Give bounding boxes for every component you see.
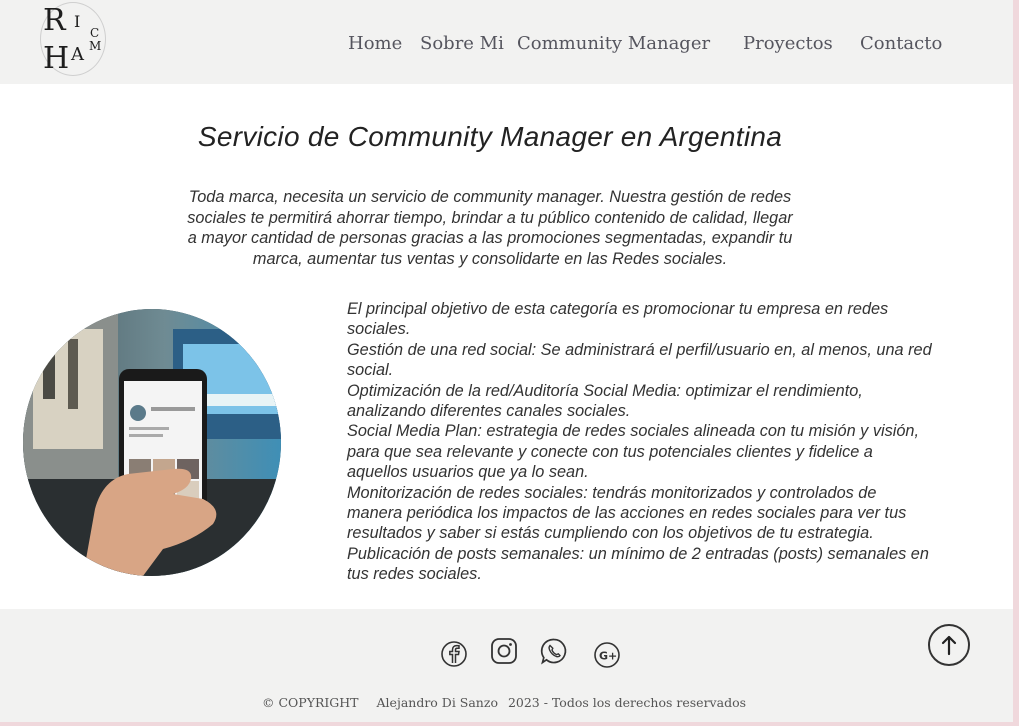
- site-header: R I C H A M Home Sobre Mi Community Mana…: [0, 0, 1013, 84]
- copyright-prefix: © COPYRIGHT: [262, 695, 359, 710]
- logo-letter-c: C: [90, 26, 100, 40]
- copyright-year: 2023 - Todos los derechos reservados: [507, 695, 747, 710]
- logo-letter-m: M: [89, 39, 102, 53]
- back-to-top-button[interactable]: [928, 624, 970, 666]
- nav-contacto[interactable]: Contacto: [860, 33, 942, 54]
- nav-home[interactable]: Home: [348, 33, 402, 54]
- site-logo[interactable]: R I C H A M: [40, 2, 106, 76]
- svg-text:G+: G+: [599, 650, 617, 663]
- logo-letter-h: H: [43, 41, 70, 76]
- phone-photo-illustration: [23, 309, 281, 576]
- intro-paragraph: Toda marca, necesita un servicio de comm…: [187, 188, 793, 268]
- service-item: Publicación de posts semanales: un mínim…: [347, 544, 929, 584]
- page-title: Servicio de Community Manager en Argenti…: [197, 121, 783, 152]
- nav-community-manager[interactable]: Community Manager: [517, 33, 710, 54]
- copyright-author: Alejandro Di Sanzo: [376, 695, 498, 710]
- page-frame: R I C H A M Home Sobre Mi Community Mana…: [0, 0, 1013, 722]
- logo-letter-i: I: [74, 12, 81, 31]
- service-item: Gestión de una red social: Se administra…: [347, 340, 932, 380]
- google-plus-icon[interactable]: G+: [593, 641, 623, 671]
- facebook-icon[interactable]: [440, 640, 470, 670]
- logo-letter-a: A: [71, 44, 84, 65]
- services-list: El principal objetivo de esta categoría …: [347, 299, 932, 585]
- service-item: Optimización de la red/Auditoría Social …: [347, 381, 863, 421]
- instagram-icon[interactable]: [490, 637, 520, 667]
- arrow-up-icon: [941, 635, 957, 656]
- phone-photo: [23, 309, 281, 576]
- nav-proyectos[interactable]: Proyectos: [743, 33, 833, 54]
- logo-letter-r: R: [43, 3, 66, 38]
- nav-sobre-mi[interactable]: Sobre Mi: [420, 33, 504, 54]
- service-item: El principal objetivo de esta categoría …: [347, 300, 889, 339]
- whatsapp-icon[interactable]: [540, 637, 570, 667]
- service-item: Social Media Plan: estrategia de redes s…: [347, 422, 919, 482]
- copyright-text: © COPYRIGHT Alejandro Di Sanzo 2023 - To…: [262, 695, 746, 710]
- site-footer: G+ © COPYRIGHT Alejandro Di Sanzo 2023 -…: [0, 609, 1013, 722]
- service-item: Monitorización de redes sociales: tendrá…: [347, 483, 907, 543]
